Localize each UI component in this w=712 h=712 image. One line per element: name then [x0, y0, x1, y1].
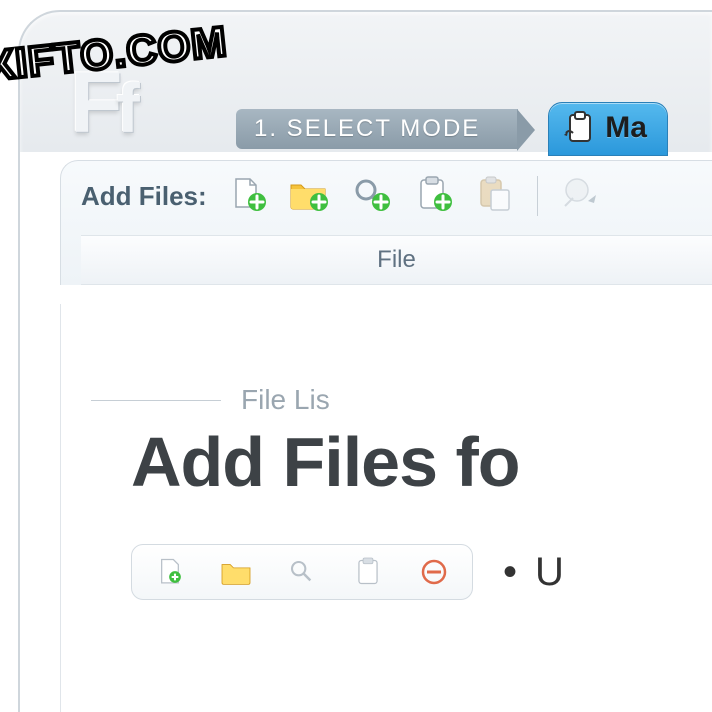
empty-state-lower-row: • U	[131, 544, 712, 600]
plus-icon	[371, 192, 391, 217]
remove-icon	[414, 555, 454, 589]
file-list-area: File Lis Add Files fo	[60, 304, 712, 712]
tab-main[interactable]: Ma	[548, 102, 668, 156]
logo-letter-big: F	[70, 55, 117, 151]
column-header-file-label: File	[377, 246, 416, 273]
quick-add-box[interactable]	[131, 544, 473, 600]
add-clipboard-button[interactable]	[409, 173, 455, 219]
plus-icon	[433, 192, 453, 217]
add-file-button[interactable]	[223, 173, 269, 219]
bullet-text: U	[535, 550, 564, 595]
add-search-icon	[282, 555, 322, 589]
empty-state-subtitle: File Lis	[131, 384, 712, 416]
add-clipboard-icon	[348, 555, 388, 589]
app-logo: Ff	[70, 60, 134, 146]
plus-icon	[309, 192, 329, 217]
app-window: Ff 1. SELECT MODE Ma Add Files:	[18, 10, 712, 712]
plus-icon	[247, 192, 267, 217]
wizard-tabs: 1. SELECT MODE Ma	[236, 102, 668, 156]
breadcrumb-step-1[interactable]: 1. SELECT MODE	[236, 109, 518, 149]
clipboard-icon	[563, 111, 597, 145]
add-folder-icon	[216, 555, 256, 589]
tab-main-label: Ma	[605, 111, 647, 145]
clear-icon	[563, 176, 599, 217]
add-folder-button[interactable]	[285, 173, 331, 219]
column-header-file[interactable]: File	[81, 235, 712, 285]
add-file-icon	[150, 555, 190, 589]
logo-letter-small: f	[117, 69, 134, 147]
paste-button[interactable]	[471, 173, 517, 219]
toolbar-panel: Add Files:	[60, 160, 712, 285]
paste-icon	[477, 176, 511, 217]
empty-state-heading: Add Files fo	[131, 422, 712, 502]
toolbar-row: Add Files:	[81, 173, 712, 229]
add-files-label: Add Files:	[81, 181, 207, 212]
toolbar-separator	[537, 176, 538, 216]
add-search-button[interactable]	[347, 173, 393, 219]
bullet-point: •	[503, 550, 517, 595]
breadcrumb-step-1-label: 1. SELECT MODE	[254, 115, 480, 142]
clear-button[interactable]	[558, 173, 604, 219]
